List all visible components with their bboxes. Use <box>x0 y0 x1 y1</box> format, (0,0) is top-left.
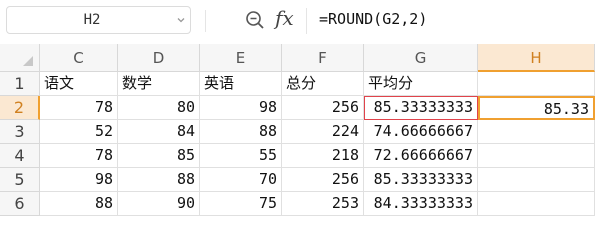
column-header-g[interactable]: G <box>364 44 478 72</box>
zoom-formula-icon[interactable] <box>244 9 266 31</box>
cell-d5[interactable]: 88 <box>118 168 200 192</box>
column-header-c[interactable]: C <box>40 44 118 72</box>
row-header-4[interactable]: 4 <box>0 144 40 168</box>
cell-f5[interactable]: 256 <box>282 168 364 192</box>
cell-h5[interactable] <box>478 168 595 192</box>
cell-h4[interactable] <box>478 144 595 168</box>
row-header-6[interactable]: 6 <box>0 192 40 216</box>
row-header-5[interactable]: 5 <box>0 168 40 192</box>
cell-d3[interactable]: 84 <box>118 120 200 144</box>
cell-d2[interactable]: 80 <box>118 96 200 120</box>
cell-f1[interactable]: 总分 <box>282 72 364 96</box>
select-all-corner[interactable] <box>0 44 40 72</box>
cell-e2[interactable]: 98 <box>200 96 282 120</box>
cell-e3[interactable]: 88 <box>200 120 282 144</box>
cell-g1[interactable]: 平均分 <box>364 72 478 96</box>
column-header-d[interactable]: D <box>118 44 200 72</box>
cell-h1[interactable] <box>478 72 595 96</box>
cell-g2-referenced[interactable]: 85.33333333 <box>364 96 478 120</box>
column-header-e[interactable]: E <box>200 44 282 72</box>
cell-c6[interactable]: 88 <box>40 192 118 216</box>
divider <box>205 10 206 32</box>
cell-g4[interactable]: 72.66666667 <box>364 144 478 168</box>
cell-g3[interactable]: 74.66666667 <box>364 120 478 144</box>
cell-c4[interactable]: 78 <box>40 144 118 168</box>
cell-c1[interactable]: 语文 <box>40 72 118 96</box>
fx-icon[interactable]: fx <box>275 6 294 30</box>
column-header-f[interactable]: F <box>282 44 364 72</box>
cell-d1[interactable]: 数学 <box>118 72 200 96</box>
cell-d4[interactable]: 85 <box>118 144 200 168</box>
name-box[interactable]: H2 <box>6 6 191 34</box>
cell-c2[interactable]: 78 <box>40 96 118 120</box>
cell-e4[interactable]: 55 <box>200 144 282 168</box>
cell-f6[interactable]: 253 <box>282 192 364 216</box>
cell-f2[interactable]: 256 <box>282 96 364 120</box>
column-header-h[interactable]: H <box>478 44 595 72</box>
cell-h2-active[interactable]: 85.33 <box>478 96 595 120</box>
select-all-icon <box>23 56 33 66</box>
row-header-3[interactable]: 3 <box>0 120 40 144</box>
cell-e1[interactable]: 英语 <box>200 72 282 96</box>
row-header-1[interactable]: 1 <box>0 72 40 96</box>
chevron-down-icon[interactable] <box>176 15 186 25</box>
divider <box>306 8 307 34</box>
cell-c3[interactable]: 52 <box>40 120 118 144</box>
row-header-2[interactable]: 2 <box>0 96 40 120</box>
cell-f4[interactable]: 218 <box>282 144 364 168</box>
cell-h6[interactable] <box>478 192 595 216</box>
name-box-value: H2 <box>83 12 101 28</box>
cell-h3[interactable] <box>478 120 595 144</box>
cell-d6[interactable]: 90 <box>118 192 200 216</box>
formula-bar: H2 fx =ROUND(G2,2) <box>0 0 595 45</box>
formula-input[interactable]: =ROUND(G2,2) <box>319 10 427 28</box>
cell-e6[interactable]: 75 <box>200 192 282 216</box>
cell-g5[interactable]: 85.33333333 <box>364 168 478 192</box>
cell-g6[interactable]: 84.33333333 <box>364 192 478 216</box>
cell-c5[interactable]: 98 <box>40 168 118 192</box>
cell-f3[interactable]: 224 <box>282 120 364 144</box>
cell-e5[interactable]: 70 <box>200 168 282 192</box>
